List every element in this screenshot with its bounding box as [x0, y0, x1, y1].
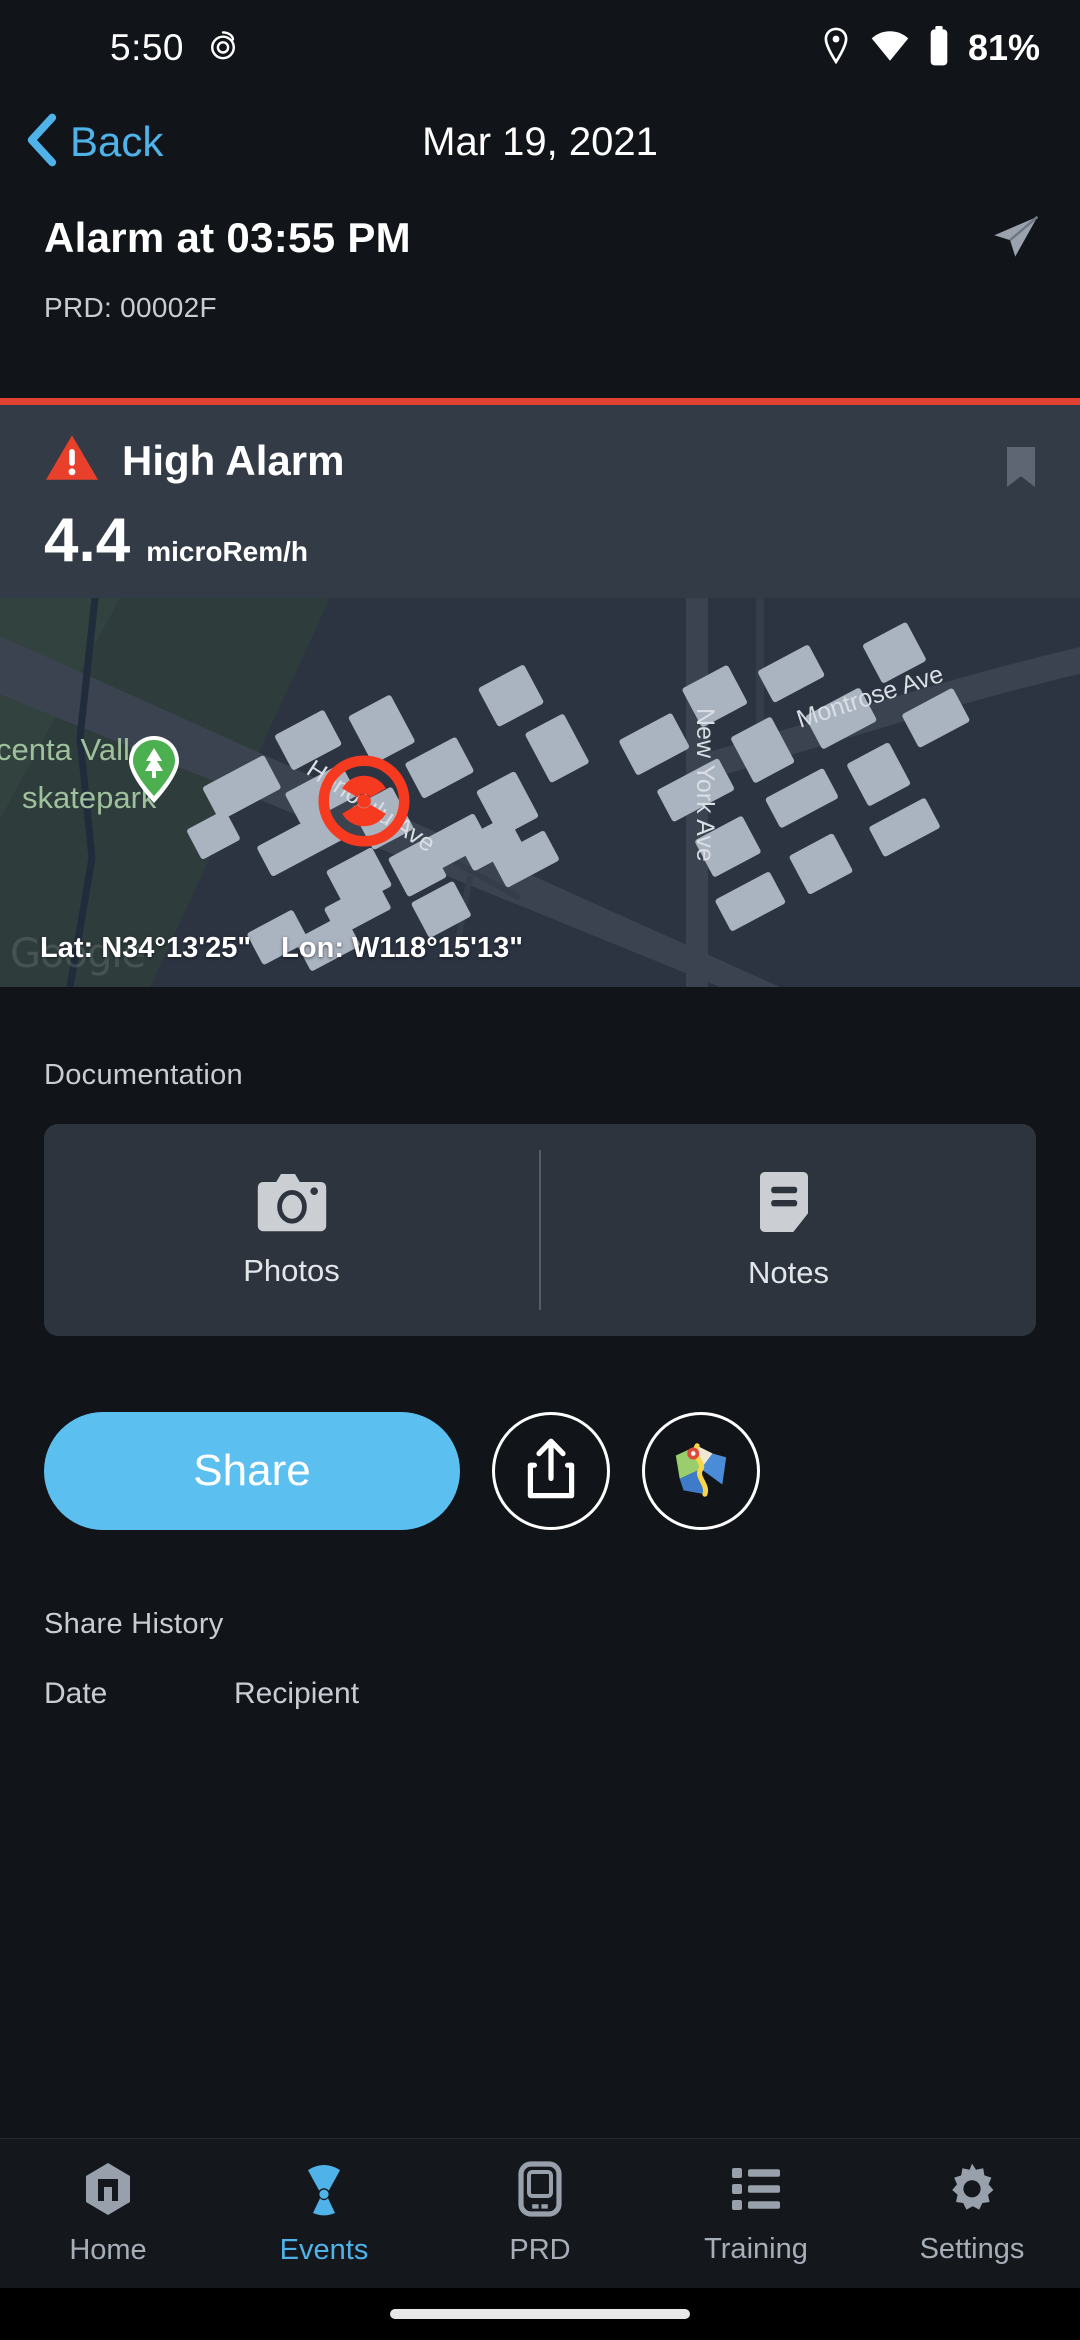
- share-history-label: Share History: [44, 1608, 224, 1640]
- notes-button[interactable]: Notes: [541, 1124, 1036, 1336]
- share-history-col-recipient: Recipient: [234, 1677, 360, 1710]
- status-bar: 5:50 81%: [0, 0, 1080, 96]
- chevron-left-icon: [22, 112, 60, 173]
- export-share-icon: [524, 1438, 578, 1505]
- list-icon: [730, 2162, 782, 2221]
- share-history-header: Date Recipient: [44, 1677, 1036, 1711]
- tab-home-label: Home: [69, 2233, 147, 2266]
- alarm-banner: High Alarm 4.4 microRem/h: [0, 405, 1080, 598]
- status-bar-right: 81%: [820, 25, 1040, 71]
- warning-triangle-icon: [44, 433, 100, 488]
- action-row: Share: [44, 1412, 1036, 1530]
- camera-icon: [255, 1172, 329, 1239]
- share-button-label: Share: [193, 1446, 311, 1495]
- radiation-marker-icon[interactable]: [318, 755, 410, 847]
- tab-training[interactable]: Training: [648, 2162, 864, 2266]
- tab-settings[interactable]: Settings: [864, 2162, 1080, 2266]
- tab-settings-label: Settings: [919, 2232, 1025, 2265]
- status-bar-left: 5:50: [110, 27, 240, 69]
- export-button[interactable]: [492, 1412, 610, 1530]
- event-map[interactable]: Honolulu Ave New York Ave Montrose Ave c…: [0, 598, 1080, 987]
- share-history-col-date: Date: [44, 1677, 108, 1710]
- gear-icon: [945, 2162, 999, 2221]
- event-header: Alarm at 03:55 PM PRD: 00002F: [0, 188, 1080, 324]
- alarm-reading: 4.4 microRem/h: [44, 510, 1036, 572]
- tab-training-label: Training: [704, 2232, 808, 2265]
- bottom-tab-bar: Home Events PRD Training Settings: [0, 2138, 1080, 2288]
- nav-bar: Back Mar 19, 2021: [0, 96, 1080, 188]
- open-in-maps-button[interactable]: [642, 1412, 760, 1530]
- photos-button[interactable]: Photos: [44, 1124, 539, 1336]
- app-screen: 5:50 81% Back Mar 19, 2021 Alarm at 03:5…: [0, 0, 1080, 2340]
- longitude-value: Lon: W118°15'13": [281, 932, 523, 964]
- reading-unit: microRem/h: [146, 536, 309, 567]
- tab-prd[interactable]: PRD: [432, 2160, 648, 2267]
- alarm-clock-icon: [206, 29, 240, 68]
- alarm-level-label: High Alarm: [122, 436, 345, 484]
- google-maps-icon: [670, 1438, 732, 1505]
- bookmark-icon[interactable]: [1004, 445, 1038, 494]
- send-arrow-icon[interactable]: [988, 210, 1042, 269]
- alarm-title-row: High Alarm: [44, 433, 1036, 488]
- back-label: Back: [70, 118, 164, 165]
- event-title: Alarm at 03:55 PM: [44, 214, 411, 261]
- location-pin-icon: [820, 27, 852, 70]
- documentation-card: Photos Notes: [44, 1124, 1036, 1336]
- back-button[interactable]: Back: [22, 112, 163, 173]
- radiation-icon: [298, 2161, 350, 2222]
- map-coordinates: Lat: N34°13'25" Lon: W118°15'13": [40, 932, 523, 965]
- photos-label: Photos: [243, 1252, 340, 1288]
- wifi-icon: [870, 30, 910, 67]
- status-time: 5:50: [110, 27, 185, 68]
- device-icon: [517, 2160, 563, 2222]
- tab-events[interactable]: Events: [216, 2161, 432, 2267]
- battery-percent: 81%: [967, 27, 1040, 68]
- share-button[interactable]: Share: [44, 1412, 460, 1530]
- gesture-area: [0, 2288, 1080, 2340]
- tab-events-label: Events: [279, 2233, 369, 2266]
- header-spacer: [0, 324, 1080, 398]
- svg-text:New York Ave: New York Ave: [691, 708, 719, 862]
- notes-label: Notes: [748, 1254, 829, 1290]
- documentation-section-label: Documentation: [44, 1059, 243, 1091]
- event-prd-id: PRD: 00002F: [44, 292, 217, 323]
- map-canvas: Honolulu Ave New York Ave Montrose Ave c…: [0, 598, 1080, 987]
- battery-icon: [928, 25, 950, 71]
- latitude-value: Lat: N34°13'25": [40, 932, 252, 964]
- reading-value: 4.4: [44, 506, 131, 575]
- home-shield-icon: [82, 2161, 134, 2222]
- svg-text:skatepark: skatepark: [22, 780, 157, 815]
- alarm-accent-rule: [0, 398, 1080, 405]
- content-area: Documentation Photos Notes Share Share H…: [0, 987, 1080, 2138]
- tab-prd-label: PRD: [509, 2233, 571, 2266]
- note-icon: [758, 1170, 820, 1241]
- tab-home[interactable]: Home: [0, 2161, 216, 2267]
- home-indicator[interactable]: [390, 2309, 690, 2319]
